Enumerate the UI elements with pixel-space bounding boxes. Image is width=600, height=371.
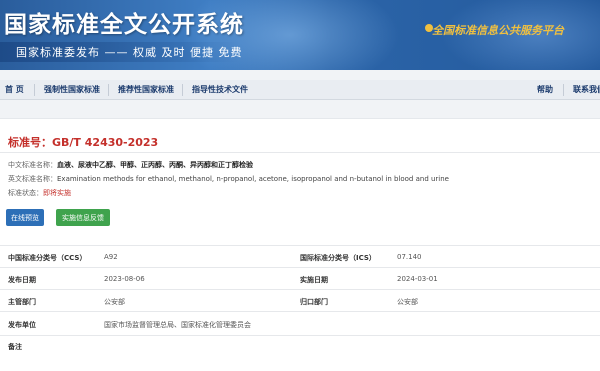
- implement-date-label: 实施日期: [300, 276, 328, 284]
- system-subtitle: 国家标准委发布 —— 权威 及时 便捷 免费: [16, 46, 243, 59]
- remarks-label: 备注: [8, 343, 22, 351]
- nav-divider: [563, 84, 564, 96]
- chinese-name-value: 血液、尿液中乙醇、甲醇、正丙醇、丙酮、异丙醇和正丁醇检验: [57, 161, 253, 169]
- chinese-name-row: 中文标准名称：血液、尿液中乙醇、甲醇、正丙醇、丙酮、异丙醇和正丁醇检验: [8, 160, 253, 170]
- header-banner: 国家标准全文公开系统 国家标准委发布 —— 权威 及时 便捷 免费 全国标准信息…: [0, 0, 600, 70]
- divider: [0, 289, 600, 290]
- divider: [0, 152, 600, 153]
- online-preview-button[interactable]: 在线预览: [6, 209, 44, 226]
- nav-divider: [182, 84, 183, 96]
- nav-recommended-standards[interactable]: 推荐性国家标准: [118, 84, 174, 95]
- nav-home[interactable]: 首 页: [5, 84, 24, 95]
- status-label: 标准状态：: [8, 189, 43, 197]
- system-title: 国家标准全文公开系统: [4, 12, 244, 38]
- owner-department-label: 归口部门: [300, 298, 328, 306]
- divider: [0, 335, 600, 336]
- chinese-name-label: 中文标准名称：: [8, 161, 57, 169]
- nav-divider: [108, 84, 109, 96]
- admin-department-value: 公安部: [104, 298, 125, 306]
- status-badge: 即将实施: [43, 189, 71, 197]
- ics-value: 07.140: [397, 253, 422, 261]
- ics-label: 国际标准分类号（ICS）: [300, 254, 376, 262]
- owner-department-value: 公安部: [397, 298, 418, 306]
- status-row: 标准状态：即将实施: [8, 188, 71, 198]
- nav-help[interactable]: 帮助: [537, 84, 553, 95]
- nav-divider: [34, 84, 35, 96]
- implementation-feedback-button[interactable]: 实施信息反馈: [56, 209, 110, 226]
- nav-guidance-documents[interactable]: 指导性技术文件: [192, 84, 248, 95]
- implement-date-value: 2024-03-01: [397, 275, 438, 283]
- ccs-value: A92: [104, 253, 118, 261]
- nav-contact[interactable]: 联系我们: [573, 84, 600, 95]
- english-name-value: Examination methods for ethanol, methano…: [57, 175, 449, 183]
- divider: [0, 245, 600, 246]
- main-nav: 首 页 强制性国家标准 推荐性国家标准 指导性技术文件 帮助 联系我们: [0, 80, 600, 100]
- nav-mandatory-standards[interactable]: 强制性国家标准: [44, 84, 100, 95]
- admin-department-label: 主管部门: [8, 298, 36, 306]
- platform-name[interactable]: 全国标准信息公共服务平台: [432, 22, 564, 38]
- english-name-label: 英文标准名称：: [8, 175, 57, 183]
- standard-number: 标准号：GB/T 42430-2023: [8, 136, 159, 149]
- issuer-label: 发布单位: [8, 321, 36, 329]
- issuer-value: 国家市场监督管理总局、国家标准化管理委员会: [104, 321, 251, 329]
- divider: [0, 267, 600, 268]
- divider: [0, 311, 600, 312]
- ccs-label: 中国标准分类号（CCS）: [8, 254, 87, 262]
- publish-date-label: 发布日期: [8, 276, 36, 284]
- publish-date-value: 2023-08-06: [104, 275, 145, 283]
- english-name-row: 英文标准名称：Examination methods for ethanol, …: [8, 174, 449, 184]
